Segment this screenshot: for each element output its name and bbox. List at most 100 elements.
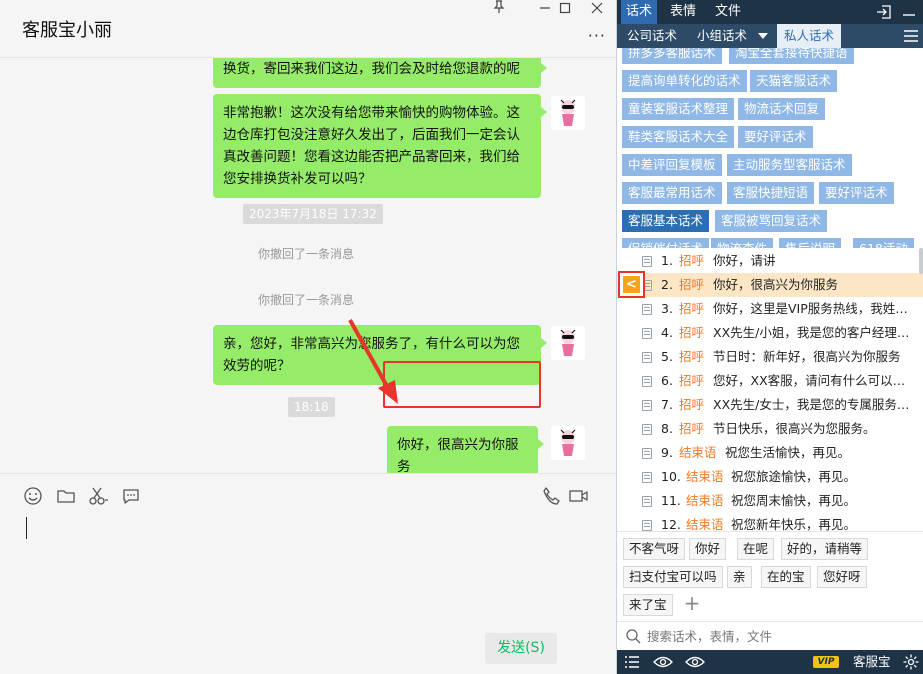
phone-icon[interactable] bbox=[541, 486, 563, 508]
tab-files[interactable]: 文件 bbox=[710, 0, 746, 24]
chat-window: 客服宝小丽 ··· 换货，寄回来我们这边，我们会及时给您退款的呢 非常抱歉！这次… bbox=[0, 0, 616, 674]
gear-icon[interactable] bbox=[902, 653, 920, 671]
quick-phrase[interactable]: 来了宝 bbox=[623, 594, 673, 616]
search-bar bbox=[617, 621, 923, 649]
send-button[interactable]: 发送(S) bbox=[485, 633, 557, 664]
script-tag[interactable]: 客服基本话术 bbox=[622, 210, 710, 232]
annotation-arrow bbox=[348, 319, 398, 404]
scissors-icon[interactable] bbox=[88, 486, 110, 508]
more-options-icon[interactable]: ··· bbox=[588, 26, 606, 45]
quick-phrase[interactable]: 在呢 bbox=[737, 538, 775, 560]
tab-scripts[interactable]: 话术 bbox=[621, 0, 657, 24]
panel-tabs: 话术 表情 文件 bbox=[617, 0, 923, 24]
chat-bubble-icon[interactable] bbox=[121, 486, 143, 508]
document-icon bbox=[642, 256, 652, 267]
script-tag[interactable]: 客服快捷短语 bbox=[727, 182, 815, 204]
subtab-private[interactable]: 私人话术 bbox=[777, 24, 841, 48]
script-item[interactable]: 8. 招呼 节日快乐，很高兴为您服务。 bbox=[617, 417, 923, 441]
document-icon bbox=[642, 304, 652, 315]
document-icon bbox=[642, 376, 652, 387]
script-item[interactable]: 3. 招呼 你好，这里是VIP服务热线，我姓X… bbox=[617, 297, 923, 321]
subtab-group[interactable]: 小组话术 bbox=[691, 24, 753, 48]
quick-phrase[interactable]: 你好 bbox=[689, 538, 727, 560]
script-category-tags: 拼多多客服话术 淘宝全套接待快捷语 提高询单转化的话术 天猫客服话术 童装客服话… bbox=[617, 48, 923, 248]
add-phrase-icon[interactable]: + bbox=[681, 593, 703, 615]
list-icon[interactable] bbox=[623, 653, 641, 671]
tab-emoji[interactable]: 表情 bbox=[665, 0, 701, 24]
script-item[interactable]: 10. 结束语 祝您旅途愉快，再见。 bbox=[617, 465, 923, 489]
emoji-icon[interactable] bbox=[23, 486, 45, 508]
script-list[interactable]: 1. 招呼 你好，请讲 2. 招呼 你好，很高兴为你服务 3. 招呼 你好，这里是VIP服务… bbox=[617, 248, 923, 531]
vip-badge: VIP bbox=[813, 656, 839, 668]
document-icon bbox=[642, 400, 652, 411]
pin-icon[interactable] bbox=[486, 0, 512, 20]
script-tag[interactable]: 要好评话术 bbox=[738, 126, 813, 148]
search-input[interactable] bbox=[647, 626, 917, 646]
script-panel: 话术 表情 文件 公司话术 小组话术 私人话术 拼多多客服话术 淘宝全套接待快捷… bbox=[616, 0, 923, 674]
script-tag[interactable]: 主动服务型客服话术 bbox=[727, 154, 852, 176]
document-icon bbox=[642, 352, 652, 363]
panel-subtabs: 公司话术 小组话术 私人话术 bbox=[617, 24, 923, 48]
script-tag[interactable]: 要好评话术 bbox=[819, 182, 894, 204]
eye-icon[interactable] bbox=[685, 653, 705, 671]
document-icon bbox=[642, 328, 652, 339]
maximize-icon[interactable] bbox=[552, 0, 578, 20]
quick-phrase[interactable]: 您好呀 bbox=[817, 566, 867, 588]
script-item[interactable]: 12. 结束语 祝您新年快乐，再见。 bbox=[617, 513, 923, 531]
script-item[interactable]: 11. 结束语 祝您周末愉快，再见。 bbox=[617, 489, 923, 513]
close-icon[interactable] bbox=[584, 0, 610, 20]
script-item[interactable]: 6. 招呼 您好，XX客服，请问有什么可以帮… bbox=[617, 369, 923, 393]
minimize-icon[interactable] bbox=[900, 3, 918, 21]
panel-bottom-bar: VIP 客服宝 bbox=[617, 650, 923, 674]
brand-label: 客服宝 bbox=[853, 654, 891, 669]
eye-icon[interactable] bbox=[653, 653, 673, 671]
text-caret bbox=[26, 517, 27, 539]
video-call-icon[interactable] bbox=[568, 486, 590, 508]
quick-phrases: 不客气呀 你好 在呢 好的，请稍等 扫支付宝可以吗 亲 在的宝 您好呀 来了宝 … bbox=[617, 531, 923, 619]
script-tag[interactable]: 物流查件 bbox=[711, 238, 774, 248]
script-tag[interactable]: 客服被骂回复话术 bbox=[715, 210, 828, 232]
document-icon bbox=[642, 520, 652, 531]
script-tag[interactable]: 客服最常用话术 bbox=[622, 182, 722, 204]
chat-header: 客服宝小丽 ··· bbox=[0, 0, 616, 58]
message-input[interactable] bbox=[0, 517, 616, 629]
chat-toolbar bbox=[0, 473, 616, 517]
search-icon bbox=[625, 628, 641, 644]
list-scrollbar[interactable] bbox=[919, 248, 923, 274]
chat-title: 客服宝小丽 bbox=[22, 20, 112, 41]
chevron-down-icon[interactable] bbox=[755, 24, 771, 48]
script-item[interactable]: 5. 招呼 节日时：新年好，很高兴为你服务 bbox=[617, 345, 923, 369]
folder-icon[interactable] bbox=[56, 486, 78, 508]
script-tag[interactable]: 拼多多客服话术 bbox=[622, 48, 722, 64]
document-icon bbox=[642, 472, 652, 483]
quick-phrase[interactable]: 在的宝 bbox=[761, 566, 811, 588]
subtab-company[interactable]: 公司话术 bbox=[621, 24, 683, 48]
quick-phrase[interactable]: 扫支付宝可以吗 bbox=[623, 566, 723, 588]
script-tag[interactable]: 中差评回复模板 bbox=[622, 154, 722, 176]
script-tag[interactable]: 物流话术回复 bbox=[738, 98, 826, 120]
script-item[interactable]: 9. 结束语 祝您生活愉快，再见。 bbox=[617, 441, 923, 465]
exit-icon[interactable] bbox=[875, 3, 893, 21]
script-item[interactable]: 4. 招呼 XX先生/小姐，我是您的客户经理… bbox=[617, 321, 923, 345]
script-tag[interactable]: 提高询单转化的话术 bbox=[622, 70, 747, 92]
quick-phrase[interactable]: 好的，请稍等 bbox=[781, 538, 869, 560]
script-tag[interactable]: 618活动 bbox=[853, 238, 914, 248]
chevron-left-icon: < bbox=[623, 276, 640, 293]
quick-phrase[interactable]: 亲 bbox=[727, 566, 752, 588]
menu-icon[interactable] bbox=[901, 24, 921, 48]
script-tag[interactable]: 天猫客服话术 bbox=[750, 70, 838, 92]
document-icon bbox=[642, 496, 652, 507]
script-tag[interactable]: 淘宝全套接待快捷语 bbox=[729, 48, 854, 64]
script-item[interactable]: 7. 招呼 XX先生/女士，我是您的专属服务… bbox=[617, 393, 923, 417]
script-tag[interactable]: 鞋类客服话术大全 bbox=[622, 126, 735, 148]
message-list[interactable]: 换货，寄回来我们这边，我们会及时给您退款的呢 非常抱歉！这次没有给您带来愉快的购… bbox=[0, 58, 616, 473]
script-tag[interactable]: 售后说明 bbox=[779, 238, 842, 248]
document-icon bbox=[642, 448, 652, 459]
script-tag[interactable]: 童装客服话术整理 bbox=[622, 98, 735, 120]
insert-arrow-button[interactable]: < bbox=[618, 271, 645, 298]
script-tag[interactable]: 促销催付话术 bbox=[622, 238, 710, 248]
quick-phrase[interactable]: 不客气呀 bbox=[623, 538, 686, 560]
document-icon bbox=[642, 424, 652, 435]
script-item[interactable]: 1. 招呼 你好，请讲 bbox=[617, 249, 923, 273]
script-item[interactable]: 2. 招呼 你好，很高兴为你服务 bbox=[617, 273, 923, 297]
